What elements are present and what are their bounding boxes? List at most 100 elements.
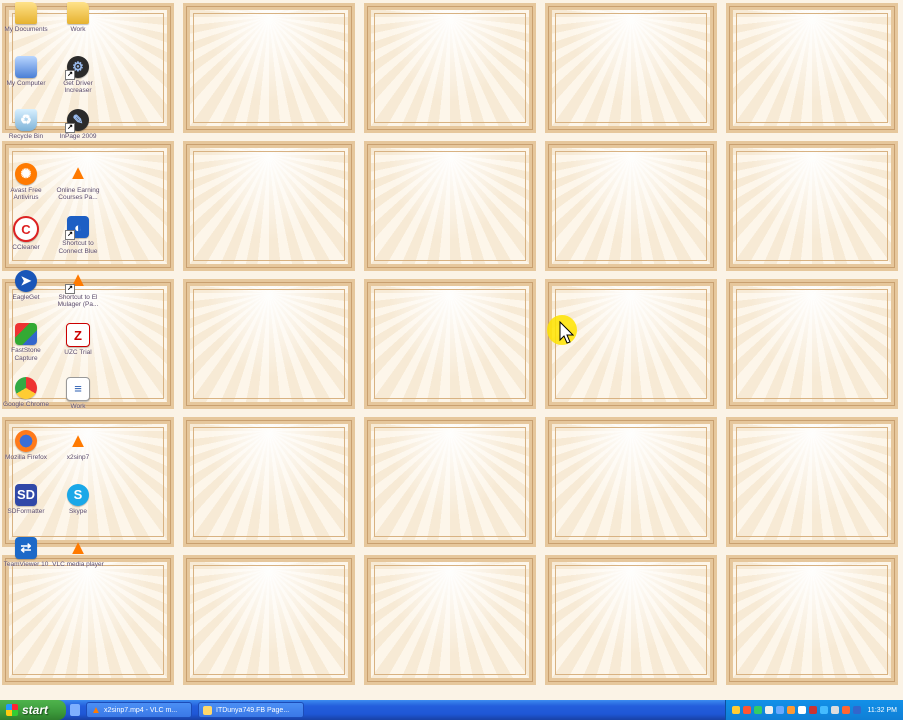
taskbar-button-label: x2sinp7.mp4 - VLC m...	[104, 706, 178, 714]
desktop-icon[interactable]: ▲Shortcut to El Mulager (Pa...	[51, 269, 105, 309]
taskbar-button-label: ITDunya749.FB Page...	[216, 706, 290, 714]
uzc-icon: Z	[66, 323, 90, 347]
tray-icon[interactable]	[797, 706, 806, 714]
desktop-icon-label: Shortcut to Connect Blue	[58, 240, 98, 255]
wallpaper-tile	[2, 555, 174, 685]
desktop-icon-label: My Computer	[6, 79, 46, 87]
desktop-icon[interactable]: ✺ Avast Free Antivirus	[0, 162, 53, 202]
vlc-cone-icon: ▲	[68, 429, 88, 452]
desktop-icon[interactable]: ◐Shortcut to Connect Blue	[51, 216, 105, 255]
desktop-icon-label: Online Earning Courses Pa...	[56, 186, 100, 202]
wallpaper-tile	[364, 555, 536, 685]
wallpaper-tile	[545, 555, 717, 685]
tray-icons	[731, 706, 864, 714]
tray-icon[interactable]	[808, 706, 817, 714]
tray-icon[interactable]	[852, 706, 861, 714]
my-computer-icon	[15, 55, 37, 78]
desktop-icon[interactable]: FastStone Capture	[0, 323, 53, 362]
wallpaper-tile	[364, 3, 536, 133]
desktop-icon[interactable]: C CCleaner	[0, 216, 53, 252]
wallpaper-tile	[545, 3, 717, 133]
taskbar-button[interactable]: ▲ x2sinp7.mp4 - VLC m...	[86, 702, 192, 718]
desktop-icon[interactable]: Z UZC Trial	[51, 323, 105, 357]
desktop-icon-label: My Documents	[4, 26, 48, 33]
wallpaper-tile	[183, 141, 355, 271]
desktop-icon[interactable]: My Computer	[0, 55, 53, 88]
skype-icon: S	[67, 483, 89, 506]
tray-icon[interactable]	[786, 706, 795, 714]
wallpaper-tile	[183, 555, 355, 685]
desktop-icon[interactable]: Google Chrome	[0, 376, 53, 409]
desktop-icon[interactable]: Work	[51, 2, 105, 34]
avast-icon: ✺	[15, 162, 37, 185]
teamviewer-icon: ⇄	[15, 537, 37, 559]
wallpaper-tile	[726, 279, 898, 409]
desktop-icon[interactable]: ▲ x2sinp7	[51, 430, 105, 462]
desktop-icon-label: InPage 2009	[59, 133, 97, 140]
tray-icon[interactable]	[841, 706, 850, 714]
desktop-icon-label: Get Driver Increaser	[63, 79, 93, 95]
desktop-icon[interactable]: ⇄ TeamViewer 10	[0, 537, 53, 569]
eagleget-icon: ➤	[15, 269, 37, 292]
desktop-icon-label: EagleGet	[12, 293, 40, 301]
inpage-icon: ✎	[65, 109, 89, 133]
sdformatter-icon: SD	[15, 483, 37, 506]
desktop-icon[interactable]: ≡ Work	[51, 376, 105, 411]
desktop-icon[interactable]: ✎InPage 2009	[51, 109, 105, 141]
recycle-bin-icon: ♻	[15, 109, 37, 131]
wallpaper-tile	[183, 279, 355, 409]
desktop-icon-label: TeamViewer 10	[3, 561, 49, 568]
desktop-icon-label: Work	[70, 402, 86, 410]
desktop-icon[interactable]: ⚙Get Driver Increaser	[51, 55, 105, 95]
tray-icon[interactable]	[742, 706, 751, 714]
desktop-icon-label: Avast Free Antivirus	[10, 186, 42, 202]
desktop-icon-label: FastStone Capture	[11, 347, 41, 362]
desktop-icon-label: SDFormatter	[7, 507, 45, 515]
ccleaner-icon: C	[13, 216, 39, 242]
vlc-cone-icon: ▲	[68, 162, 88, 184]
taskbar-button[interactable]: ITDunya749.FB Page...	[198, 702, 304, 718]
word-document-icon: ≡	[66, 376, 90, 401]
tray-icon[interactable]	[731, 706, 740, 714]
clock[interactable]: 11:32 PM	[868, 707, 897, 714]
desktop-icon[interactable]: ➤ EagleGet	[0, 269, 53, 302]
desktop-icon-label: UZC Trial	[64, 349, 92, 356]
connect-blue-icon: ◐	[65, 216, 89, 240]
desktop-icon[interactable]: S Skype	[51, 483, 105, 516]
wallpaper-tile	[545, 417, 717, 547]
tray-icon[interactable]	[764, 706, 773, 714]
wallpaper-tile	[364, 279, 536, 409]
faststone-icon	[15, 323, 37, 345]
desktop-icon[interactable]: SD SDFormatter	[0, 483, 53, 516]
chrome-icon	[15, 376, 37, 399]
tray-icon[interactable]	[775, 706, 784, 714]
folder-icon	[67, 2, 89, 24]
desktop-icon[interactable]: Mozilla Firefox	[0, 430, 53, 462]
system-tray: 11:32 PM	[724, 700, 903, 720]
browser-window-icon	[203, 705, 212, 715]
desktop-wallpaper	[0, 0, 903, 700]
vlc-icon: ▲	[91, 704, 101, 716]
tray-icon[interactable]	[753, 706, 762, 714]
tray-icon[interactable]	[830, 706, 839, 714]
taskbar: start ▲ x2sinp7.mp4 - VLC m... ITDunya749.…	[0, 700, 903, 720]
wallpaper-tile	[726, 141, 898, 271]
wallpaper-tile	[726, 555, 898, 685]
vlc-cone-icon: ▲	[65, 269, 89, 294]
desktop-icon-label: Shortcut to El Mulager (Pa...	[57, 293, 99, 309]
start-button[interactable]: start	[0, 700, 66, 720]
desktop-icon[interactable]: My Documents	[0, 2, 53, 34]
windows-flag-icon	[6, 704, 18, 716]
quick-launch-icon[interactable]	[70, 704, 80, 716]
wallpaper-tile	[183, 3, 355, 133]
desktop-icon-label: Google Chrome	[3, 400, 49, 408]
desktop-icon[interactable]: ♻ Recycle Bin	[0, 109, 53, 141]
desktop-icon-label: Skype	[68, 507, 88, 515]
desktop-icon[interactable]: ▲ Online Earning Courses Pa...	[51, 162, 105, 202]
tray-icon[interactable]	[819, 706, 828, 714]
desktop-icon-label: Mozilla Firefox	[5, 454, 47, 461]
wallpaper-tile	[726, 3, 898, 133]
vlc-icon: ▲	[68, 536, 88, 559]
my-documents-icon	[15, 2, 37, 24]
desktop-icon[interactable]: ▲ VLC media player	[51, 537, 105, 569]
